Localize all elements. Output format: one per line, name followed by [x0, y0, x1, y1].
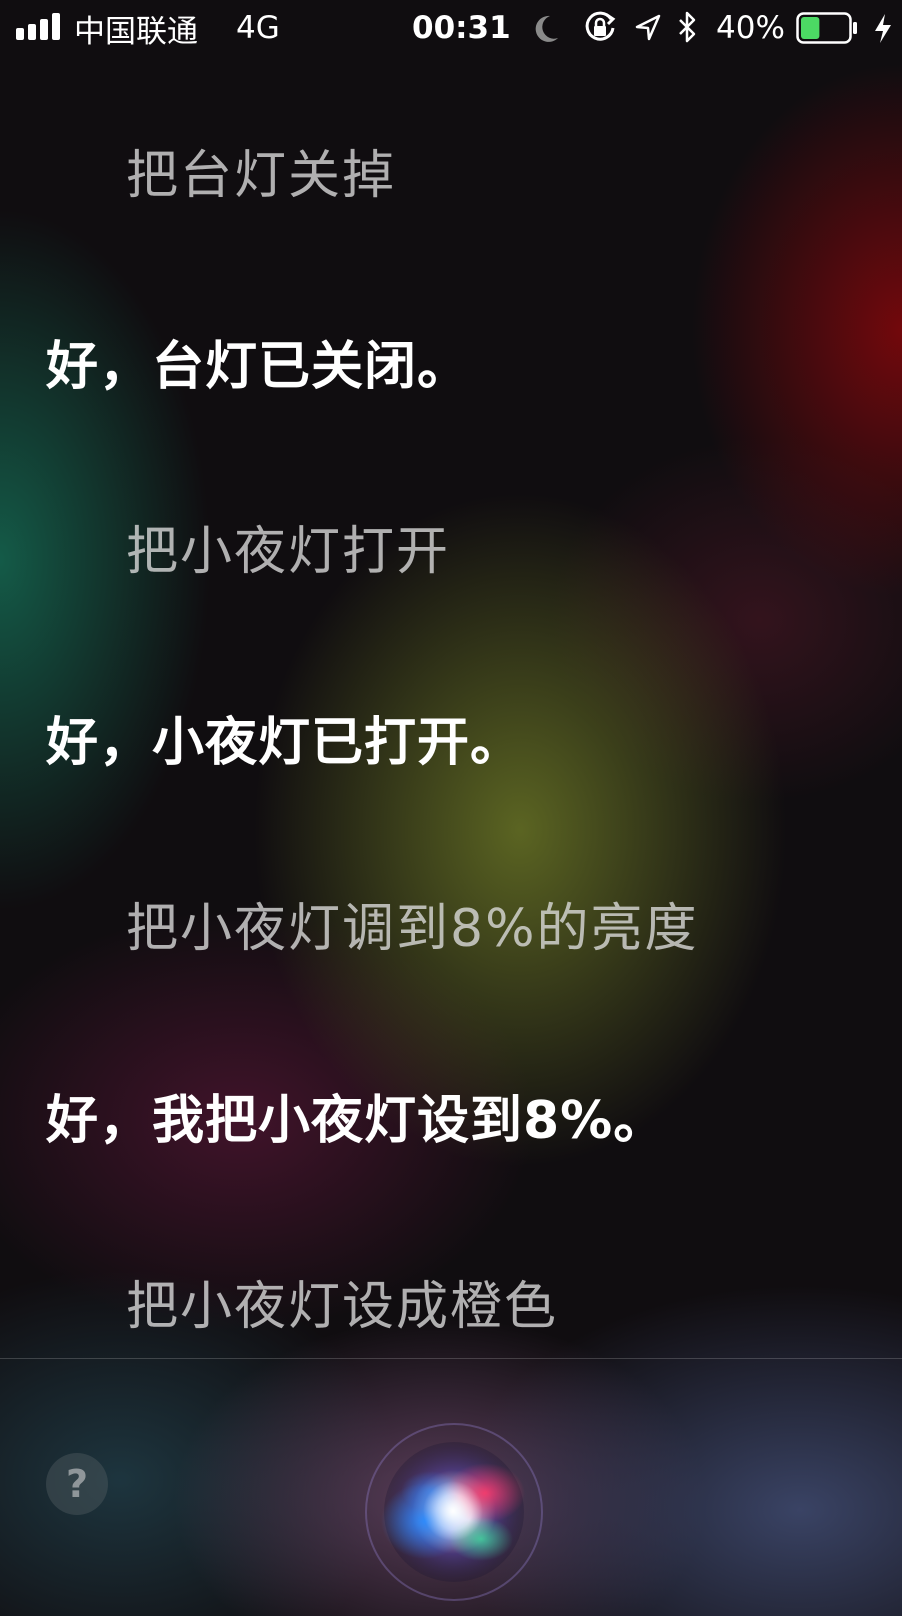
user-utterance: 把台灯关掉 — [126, 146, 397, 206]
conversation-transcript: 把台灯关掉 好，台灯已关闭。 把小夜灯打开 好，小夜灯已打开。 把小夜灯调到8%… — [0, 56, 902, 1358]
location-arrow-icon — [635, 14, 661, 41]
user-utterance: 把小夜灯设成橙色 — [126, 1277, 559, 1337]
charging-bolt-icon — [875, 14, 891, 43]
status-bar: 中国联通 4G 00:31 40% — [0, 0, 902, 56]
signal-bars-icon — [16, 10, 60, 40]
carrier-name: 中国联通 — [74, 13, 198, 50]
do-not-disturb-moon-icon — [535, 15, 558, 42]
network-type: 4G — [236, 10, 280, 46]
bluetooth-icon — [679, 11, 696, 43]
siri-orb-icon[interactable] — [363, 1421, 545, 1603]
status-time: 00:31 — [412, 10, 511, 46]
battery-icon — [796, 12, 857, 44]
battery-percentage: 40% — [716, 10, 785, 46]
siri-response: 好，小夜灯已打开。 — [46, 713, 524, 773]
bottom-divider — [0, 1358, 902, 1359]
help-button[interactable]: ? — [46, 1453, 108, 1515]
siri-response: 好，台灯已关闭。 — [46, 337, 471, 397]
orientation-lock-icon — [585, 11, 616, 41]
user-utterance: 把小夜灯打开 — [126, 522, 451, 582]
user-utterance: 把小夜灯调到8%的亮度 — [126, 899, 699, 959]
siri-response: 好，我把小夜灯设到8%。 — [46, 1091, 667, 1151]
